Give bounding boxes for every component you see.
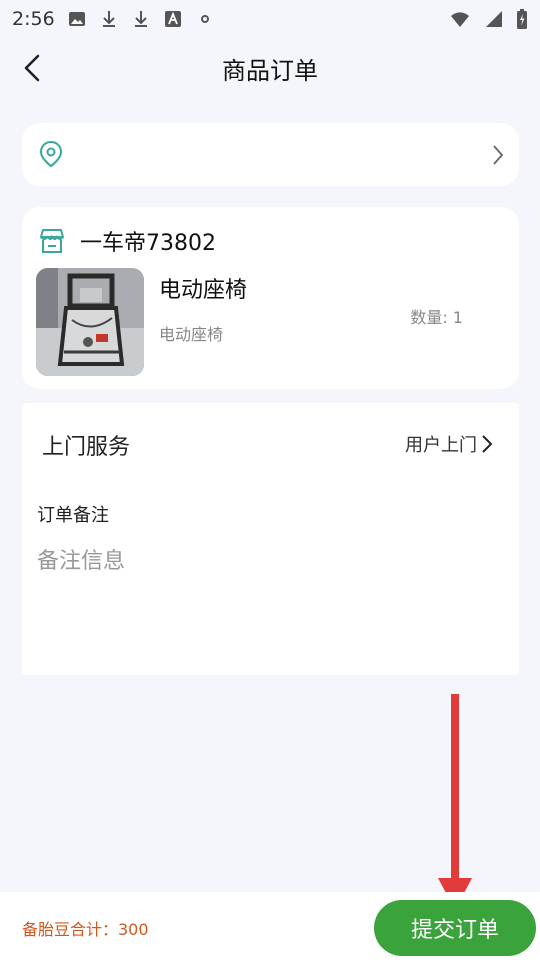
service-type-value: 用户上门	[405, 435, 477, 456]
product-spec: 电动座椅	[159, 325, 224, 344]
points-total: 备胎豆合计：300	[22, 920, 149, 939]
product-image[interactable]	[36, 268, 144, 376]
status-bar: 2:56	[0, 0, 540, 38]
dot-icon	[200, 15, 209, 23]
product-quantity: 数量: 1	[410, 308, 463, 327]
download-icon	[102, 11, 115, 27]
location-pin-icon	[39, 140, 63, 168]
bottom-bar: 备胎豆合计：300 提交订单	[0, 892, 540, 960]
service-note-card: 上门服务 用户上门 订单备注	[22, 403, 519, 675]
back-chevron-left-icon[interactable]	[18, 52, 48, 84]
shop-name: 一车帝73802	[80, 231, 216, 256]
page-title: 商品订单	[222, 56, 318, 85]
order-note-input[interactable]	[37, 541, 497, 581]
status-time: 2:56	[12, 8, 55, 30]
shop-header: 一车帝73802	[38, 225, 216, 257]
submit-order-button[interactable]: 提交订单	[374, 900, 536, 956]
chevron-right-icon	[493, 145, 504, 165]
signal-icon	[486, 11, 502, 27]
service-label: 上门服务	[42, 435, 131, 460]
product-name: 电动座椅	[159, 278, 248, 303]
chevron-right-icon	[482, 435, 493, 453]
annotation-arrow	[438, 694, 472, 910]
top-bar: 商品订单	[0, 38, 540, 98]
store-icon	[40, 229, 64, 253]
image-icon	[68, 12, 85, 26]
order-note-label: 订单备注	[37, 505, 109, 526]
download-icon	[134, 11, 147, 27]
wifi-icon	[451, 12, 469, 27]
address-selector[interactable]	[22, 123, 519, 186]
service-type-selector[interactable]: 用户上门	[405, 431, 493, 457]
shop-order-card: 一车帝73802 电动座椅 电动座椅 数量: 1	[22, 207, 519, 389]
text-a-icon	[164, 11, 181, 27]
battery-icon	[517, 9, 527, 29]
